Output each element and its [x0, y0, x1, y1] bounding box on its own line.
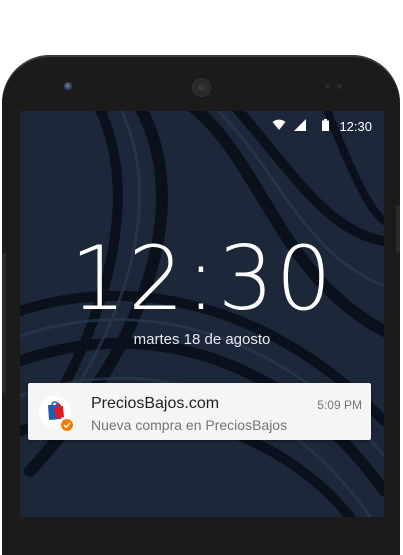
notification-time: 5:09 PM [317, 398, 362, 412]
status-bar: 12:30 [20, 111, 384, 139]
lock-screen[interactable]: 12:30 12:30 martes 18 de agosto PreciosB… [20, 111, 384, 517]
signal-icon [294, 119, 306, 131]
earpiece-speaker [193, 79, 210, 96]
notification-title: PreciosBajos.com [91, 395, 220, 412]
power-button [396, 205, 400, 253]
volume-button [2, 253, 6, 393]
light-sensor [337, 84, 342, 89]
wifi-icon [272, 119, 286, 130]
notification-card[interactable]: PreciosBajos.com Nueva compra en Precios… [28, 383, 371, 440]
check-badge-icon [60, 418, 74, 432]
battery-icon [322, 119, 329, 131]
front-camera [64, 82, 73, 91]
status-time: 12:30 [339, 119, 372, 134]
lock-date: martes 18 de agosto [133, 331, 271, 348]
notification-text: Nueva compra en PreciosBajos [91, 417, 288, 433]
lock-clock: 12:30 [70, 227, 334, 330]
proximity-sensor [325, 84, 330, 89]
